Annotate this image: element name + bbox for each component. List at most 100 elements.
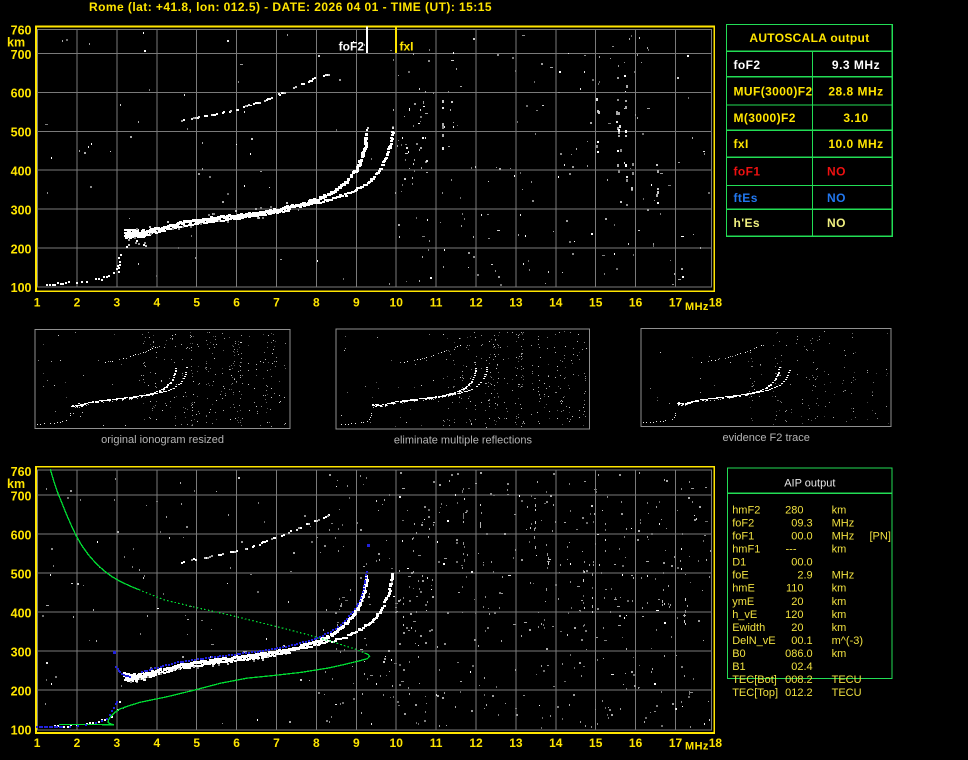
svg-text:original ionogram resized: original ionogram resized bbox=[101, 434, 224, 446]
svg-text:10: 10 bbox=[390, 296, 404, 310]
svg-text:600: 600 bbox=[11, 529, 32, 543]
svg-text:2: 2 bbox=[74, 296, 81, 310]
svg-text:9: 9 bbox=[353, 736, 360, 750]
svg-text:7: 7 bbox=[273, 296, 280, 310]
svg-text:8: 8 bbox=[313, 736, 320, 750]
svg-text:110: 110 bbox=[786, 583, 804, 595]
svg-text:fxI: fxI bbox=[400, 40, 414, 54]
svg-text:NO: NO bbox=[827, 165, 846, 179]
svg-text:MHz: MHz bbox=[685, 740, 709, 752]
svg-text:Rome (lat: +41.8, lon: 012.5): Rome (lat: +41.8, lon: 012.5) - DATE: 20… bbox=[89, 0, 492, 14]
svg-text:TECU: TECU bbox=[832, 674, 862, 686]
svg-text:14: 14 bbox=[549, 736, 563, 750]
svg-text:2: 2 bbox=[74, 736, 81, 750]
svg-text:km: km bbox=[832, 609, 847, 621]
svg-text:TEC[Top]: TEC[Top] bbox=[732, 687, 778, 699]
svg-text:3: 3 bbox=[114, 736, 121, 750]
svg-text:Ewidth: Ewidth bbox=[732, 622, 765, 634]
svg-text:100: 100 bbox=[11, 724, 32, 738]
svg-text:4: 4 bbox=[153, 736, 160, 750]
svg-text:02: 02 bbox=[791, 661, 803, 673]
svg-text:10: 10 bbox=[390, 736, 404, 750]
svg-text:AUTOSCALA output: AUTOSCALA output bbox=[749, 31, 869, 45]
svg-text:---: --- bbox=[786, 544, 797, 556]
svg-text:MHz: MHz bbox=[685, 301, 709, 313]
svg-text:MHz: MHz bbox=[832, 531, 855, 543]
svg-text:foF2: foF2 bbox=[732, 518, 754, 530]
svg-text:TECU: TECU bbox=[832, 687, 862, 699]
svg-text:foF2: foF2 bbox=[339, 40, 365, 54]
svg-text:18: 18 bbox=[709, 736, 723, 750]
svg-text:[PN]: [PN] bbox=[870, 531, 891, 543]
svg-text:km: km bbox=[7, 477, 25, 491]
svg-text:120: 120 bbox=[785, 609, 803, 621]
svg-text:15: 15 bbox=[589, 736, 603, 750]
svg-text:300: 300 bbox=[11, 203, 32, 217]
svg-text:.9: .9 bbox=[804, 570, 813, 582]
svg-text:MHz: MHz bbox=[832, 570, 855, 582]
svg-text:hmF2: hmF2 bbox=[732, 505, 760, 517]
svg-text:km: km bbox=[7, 36, 25, 50]
svg-text:ftEs: ftEs bbox=[734, 191, 758, 205]
svg-text:3.10: 3.10 bbox=[843, 111, 868, 125]
svg-text:DelN_vE: DelN_vE bbox=[732, 635, 775, 647]
svg-text:100: 100 bbox=[11, 281, 32, 295]
svg-text:TEC[Bot]: TEC[Bot] bbox=[732, 674, 777, 686]
svg-text:fxI: fxI bbox=[734, 137, 749, 151]
svg-text:4: 4 bbox=[153, 296, 160, 310]
svg-text:km: km bbox=[832, 648, 847, 660]
svg-text:km: km bbox=[832, 622, 847, 634]
svg-text:6: 6 bbox=[233, 736, 240, 750]
svg-text:400: 400 bbox=[11, 165, 32, 179]
svg-text:11: 11 bbox=[430, 296, 443, 310]
svg-text:km: km bbox=[832, 505, 847, 517]
svg-text:500: 500 bbox=[11, 126, 32, 140]
svg-text:600: 600 bbox=[11, 87, 32, 101]
svg-text:200: 200 bbox=[11, 242, 32, 256]
svg-text:008: 008 bbox=[785, 674, 803, 686]
svg-text:086: 086 bbox=[785, 648, 803, 660]
svg-text:28.8 MHz: 28.8 MHz bbox=[828, 84, 883, 98]
svg-text:M(3000)F2: M(3000)F2 bbox=[734, 111, 796, 125]
svg-text:16: 16 bbox=[629, 736, 643, 750]
svg-text:10.0 MHz: 10.0 MHz bbox=[828, 137, 883, 151]
svg-text:MUF(3000)F2: MUF(3000)F2 bbox=[734, 84, 813, 98]
svg-text:.2: .2 bbox=[804, 674, 813, 686]
svg-text:500: 500 bbox=[11, 568, 32, 582]
svg-text:.0: .0 bbox=[804, 531, 813, 543]
svg-text:1: 1 bbox=[34, 736, 41, 750]
svg-text:MHz: MHz bbox=[832, 518, 855, 530]
svg-text:18: 18 bbox=[709, 296, 723, 310]
svg-text:9: 9 bbox=[353, 296, 360, 310]
svg-text:hmE: hmE bbox=[732, 583, 755, 595]
svg-text:00: 00 bbox=[791, 557, 803, 569]
svg-text:.4: .4 bbox=[804, 661, 813, 673]
svg-text:9.3 MHz: 9.3 MHz bbox=[832, 58, 880, 72]
svg-text:B0: B0 bbox=[732, 648, 745, 660]
svg-text:5: 5 bbox=[193, 296, 200, 310]
svg-text:.1: .1 bbox=[804, 635, 813, 647]
svg-text:15: 15 bbox=[589, 296, 603, 310]
svg-text:NO: NO bbox=[827, 191, 846, 205]
svg-text:foF1: foF1 bbox=[734, 165, 761, 179]
svg-text:.3: .3 bbox=[804, 518, 813, 530]
svg-text:700: 700 bbox=[11, 48, 32, 62]
svg-text:h_vE: h_vE bbox=[732, 609, 757, 621]
svg-text:ymE: ymE bbox=[732, 596, 754, 608]
svg-text:8: 8 bbox=[313, 296, 320, 310]
svg-text:14: 14 bbox=[549, 296, 563, 310]
svg-text:11: 11 bbox=[430, 736, 443, 750]
svg-text:17: 17 bbox=[669, 736, 683, 750]
svg-text:.0: .0 bbox=[804, 648, 813, 660]
svg-text:evidence F2 trace: evidence F2 trace bbox=[722, 432, 809, 444]
svg-text:200: 200 bbox=[11, 685, 32, 699]
svg-text:7: 7 bbox=[273, 736, 280, 750]
svg-text:km: km bbox=[832, 596, 847, 608]
svg-text:foF1: foF1 bbox=[732, 531, 754, 543]
svg-text:km: km bbox=[832, 544, 847, 556]
svg-text:hmF1: hmF1 bbox=[732, 544, 760, 556]
svg-text:00: 00 bbox=[791, 531, 803, 543]
svg-text:20: 20 bbox=[791, 622, 803, 634]
svg-text:m^(-3): m^(-3) bbox=[832, 635, 863, 647]
svg-text:km: km bbox=[832, 583, 847, 595]
